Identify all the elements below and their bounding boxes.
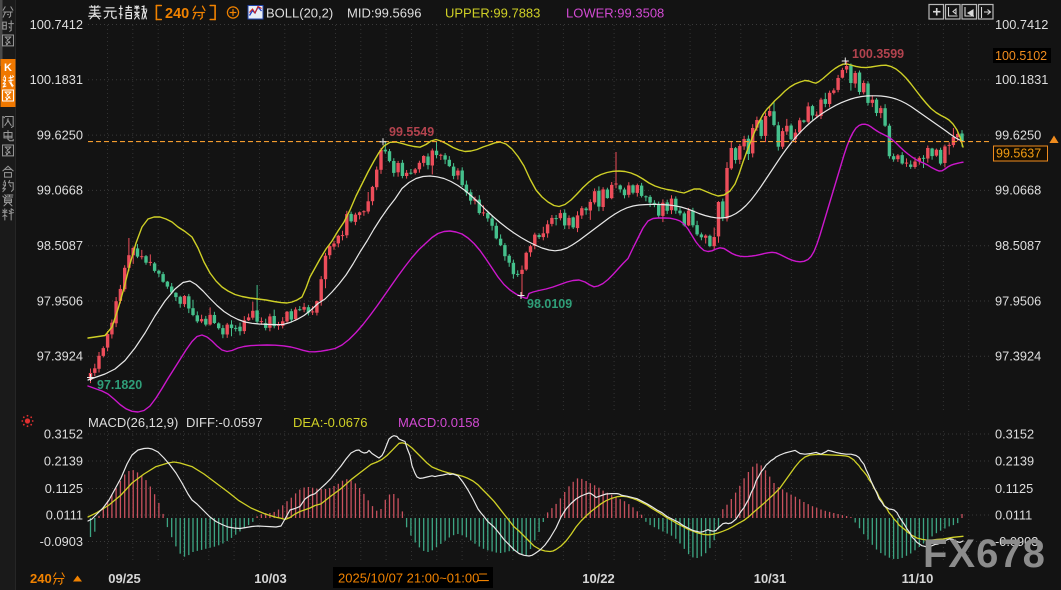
svg-text:240: 240 — [30, 571, 52, 586]
svg-text:09/25: 09/25 — [108, 571, 141, 586]
svg-text:98.5087: 98.5087 — [995, 238, 1041, 253]
svg-text:99.5637: 99.5637 — [996, 147, 1041, 161]
svg-text:0.3152: 0.3152 — [44, 426, 83, 441]
svg-text:98.5087: 98.5087 — [37, 238, 83, 253]
svg-text:10/03: 10/03 — [254, 571, 287, 586]
svg-text:99.5549: 99.5549 — [389, 125, 434, 139]
svg-text:10/22: 10/22 — [582, 571, 615, 586]
svg-text:LOWER:99.3508: LOWER:99.3508 — [566, 6, 664, 21]
svg-text:FX678: FX678 — [923, 532, 1046, 576]
svg-text:DEA:-0.0676: DEA:-0.0676 — [293, 415, 367, 430]
svg-text:0.1125: 0.1125 — [995, 481, 1033, 496]
svg-text:240: 240 — [165, 6, 189, 22]
svg-text:100.3599: 100.3599 — [852, 47, 904, 61]
svg-text:99.0668: 99.0668 — [995, 183, 1041, 198]
svg-text:MACD(26,12,9): MACD(26,12,9) — [88, 415, 178, 430]
svg-text:97.3924: 97.3924 — [37, 349, 83, 364]
svg-text:0.2139: 0.2139 — [44, 453, 83, 468]
svg-text:0.0111: 0.0111 — [46, 507, 83, 522]
svg-text:100.1831: 100.1831 — [30, 72, 83, 87]
svg-text:0.1125: 0.1125 — [45, 481, 83, 496]
svg-text:99.0668: 99.0668 — [37, 183, 83, 198]
svg-text:2025/10/07 21:00~01:00: 2025/10/07 21:00~01:00 — [338, 571, 479, 586]
svg-text:100.7412: 100.7412 — [995, 17, 1048, 32]
svg-text:100.7412: 100.7412 — [30, 17, 83, 32]
svg-text:0.0111: 0.0111 — [995, 507, 1032, 522]
svg-text:0.3152: 0.3152 — [995, 426, 1034, 441]
svg-text:100.5102: 100.5102 — [995, 49, 1047, 63]
svg-text:UPPER:99.7883: UPPER:99.7883 — [445, 6, 540, 21]
svg-text:K: K — [4, 62, 12, 74]
svg-text:97.9506: 97.9506 — [995, 293, 1041, 308]
svg-text:99.6250: 99.6250 — [37, 127, 83, 142]
svg-text:10/31: 10/31 — [754, 571, 787, 586]
svg-text:97.1820: 97.1820 — [97, 378, 142, 392]
svg-text:MID:99.5696: MID:99.5696 — [347, 6, 421, 21]
svg-text:BOLL(20,2): BOLL(20,2) — [266, 6, 333, 21]
svg-text:99.6250: 99.6250 — [995, 127, 1041, 142]
svg-text:97.3924: 97.3924 — [995, 349, 1041, 364]
svg-text:-0.0903: -0.0903 — [40, 534, 83, 549]
svg-text:100.1831: 100.1831 — [995, 72, 1048, 87]
svg-text:DIFF:-0.0597: DIFF:-0.0597 — [186, 415, 263, 430]
svg-text:98.0109: 98.0109 — [527, 297, 572, 311]
svg-text:0.2139: 0.2139 — [995, 453, 1034, 468]
svg-text:MACD:0.0158: MACD:0.0158 — [398, 415, 480, 430]
svg-text:97.9506: 97.9506 — [37, 293, 83, 308]
